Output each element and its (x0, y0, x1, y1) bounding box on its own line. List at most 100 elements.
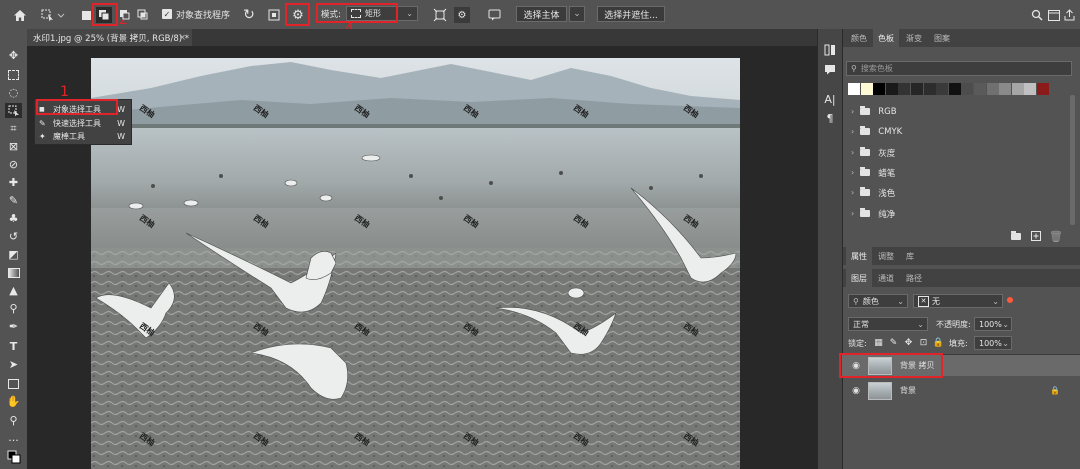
frame-tool-icon[interactable]: ⊠ (5, 139, 22, 154)
filter-toggle-icon[interactable] (1007, 297, 1013, 303)
color-swatch[interactable] (848, 83, 860, 95)
rectangle-tool-icon[interactable] (5, 376, 22, 391)
share-icon[interactable] (1062, 7, 1076, 23)
character-panel-icon[interactable]: A| (823, 92, 837, 106)
pen-tool-icon[interactable]: ✒ (5, 319, 22, 334)
select-subject-button[interactable]: 选择主体 (516, 6, 567, 22)
color-swatch[interactable] (961, 83, 974, 95)
swatch-folder[interactable]: › 纯净 (851, 205, 895, 222)
flyout-item-quick-selection[interactable]: ✎ 快速选择工具 W (39, 117, 131, 130)
lasso-tool-icon[interactable]: ◌ (5, 85, 22, 100)
swatch-folder[interactable]: › CMYK (851, 123, 902, 140)
tab-properties[interactable]: 属性 (846, 247, 872, 265)
color-swatch[interactable] (986, 83, 999, 95)
home-icon[interactable] (12, 7, 28, 23)
tab-layers[interactable]: 图层 (846, 269, 872, 287)
eye-icon[interactable]: ◉ (850, 386, 862, 396)
overlay-icon[interactable] (267, 8, 281, 22)
trash-icon[interactable]: 🗑 (1049, 229, 1063, 243)
color-swatch[interactable] (860, 83, 873, 95)
more-tools-icon[interactable]: ··· (5, 433, 22, 448)
feedback-icon[interactable] (486, 7, 502, 23)
subtract-selection-icon[interactable] (118, 8, 130, 20)
layer-row[interactable]: ◉ 背景 🔒 (842, 380, 1080, 401)
path-selection-icon[interactable]: ➤ (5, 357, 22, 372)
history-panel-icon[interactable] (823, 43, 837, 57)
select-and-mask-button[interactable]: 选择并遮住... (597, 6, 665, 22)
new-swatch-icon[interactable] (1029, 229, 1043, 243)
hand-tool-icon[interactable]: ✋ (5, 394, 22, 409)
color-swatch[interactable] (1024, 83, 1037, 95)
lock-pixels-icon[interactable]: ✎ (888, 337, 899, 348)
select-subject-dropdown[interactable]: ⌄ (569, 6, 585, 22)
swatch-folder[interactable]: › 灰度 (851, 144, 895, 161)
comments-panel-icon[interactable] (823, 62, 837, 76)
swatches-search-input[interactable]: ⚲ 搜索色板 (846, 61, 1072, 76)
color-swap-icon[interactable] (5, 449, 22, 464)
new-selection-icon[interactable] (80, 9, 92, 21)
swatch-folder-label: CMYK (878, 126, 903, 137)
tab-paths[interactable]: 路径 (901, 269, 927, 287)
eyedropper-tool-icon[interactable]: ⊘ (5, 157, 22, 172)
crop-tool-icon[interactable]: ⌗ (5, 121, 22, 136)
close-icon[interactable]: × (179, 33, 186, 43)
tab-adjustments[interactable]: 调整 (873, 247, 899, 265)
color-swatch[interactable] (1011, 83, 1024, 95)
object-selection-tool-icon[interactable] (5, 103, 22, 118)
intersect-selection-icon[interactable] (136, 8, 148, 20)
fill-input[interactable]: 100% ⌄ (974, 336, 1012, 350)
color-swatch[interactable] (885, 83, 898, 95)
tool-preset-icon[interactable] (40, 7, 66, 23)
transform-icon[interactable] (432, 7, 448, 23)
healing-brush-icon[interactable]: ✚ (5, 175, 22, 190)
swatches-scrollbar[interactable] (1070, 95, 1075, 225)
color-swatch[interactable] (936, 83, 949, 95)
move-tool-icon[interactable]: ✥ (5, 48, 22, 63)
blend-mode-select[interactable]: 正常 ⌄ (848, 317, 928, 331)
lock-position-icon[interactable]: ✥ (903, 337, 914, 348)
color-swatch[interactable] (999, 83, 1012, 95)
swatch-folder[interactable]: › 蜡笔 (851, 164, 895, 181)
lock-artboard-icon[interactable]: ⊡ (918, 337, 929, 348)
chevron-right-icon: › (851, 168, 855, 177)
tab-swatches[interactable]: 色板 (873, 29, 899, 47)
swatch-folder[interactable]: › RGB (851, 103, 897, 120)
tool-options-icon[interactable]: ⚙ (454, 7, 470, 23)
search-icon[interactable] (1029, 7, 1045, 23)
tab-color[interactable]: 颜色 (846, 29, 872, 47)
workspace-icon[interactable] (1046, 7, 1062, 23)
opacity-input[interactable]: 100% ⌄ (974, 317, 1012, 331)
gradient-tool-icon[interactable] (5, 265, 22, 280)
color-swatch[interactable] (948, 83, 961, 95)
lock-all-icon[interactable]: 🔒 (933, 337, 944, 348)
tab-patterns[interactable]: 图案 (929, 29, 955, 47)
paragraph-panel-icon[interactable]: ¶ (823, 111, 837, 125)
layer-filter-kind-select[interactable]: ⚲ 颜色 ⌄ (848, 294, 908, 308)
eraser-tool-icon[interactable]: ◩ (5, 247, 22, 262)
color-swatch[interactable] (974, 83, 986, 95)
dodge-tool-icon[interactable]: ⚲ (5, 301, 22, 316)
color-swatch[interactable] (1037, 83, 1049, 95)
marquee-tool-icon[interactable] (5, 67, 22, 82)
zoom-tool-icon[interactable]: ⚲ (5, 413, 22, 428)
color-swatch[interactable] (923, 83, 936, 95)
tab-gradients[interactable]: 渐变 (901, 29, 927, 47)
swatch-folder[interactable]: › 浅色 (851, 184, 895, 201)
clone-stamp-icon[interactable]: ♣ (5, 211, 22, 226)
brush-tool-icon[interactable]: ✎ (5, 193, 22, 208)
blur-tool-icon[interactable]: ▲ (5, 283, 22, 298)
flyout-item-magic-wand[interactable]: ✦ 魔棒工具 W (39, 130, 131, 143)
tab-libraries[interactable]: 库 (899, 247, 921, 265)
type-tool-icon[interactable]: T (5, 339, 22, 354)
lock-transparent-icon[interactable]: ▦ (873, 337, 884, 348)
color-swatch[interactable] (873, 83, 886, 95)
color-swatch[interactable] (898, 83, 911, 95)
object-finder-checkbox[interactable]: ✓ (162, 9, 172, 19)
tab-channels[interactable]: 通道 (873, 269, 899, 287)
layer-filter-value-select[interactable]: ✕ 无 ⌄ (913, 294, 1003, 308)
document-tab[interactable]: 水印1.jpg @ 25% (背景 拷贝, RGB/8) * × (27, 29, 192, 46)
color-swatch[interactable] (911, 83, 923, 95)
refresh-icon[interactable]: ↻ (241, 7, 257, 23)
new-group-folder-icon[interactable] (1009, 229, 1023, 243)
history-brush-icon[interactable]: ↺ (5, 229, 22, 244)
